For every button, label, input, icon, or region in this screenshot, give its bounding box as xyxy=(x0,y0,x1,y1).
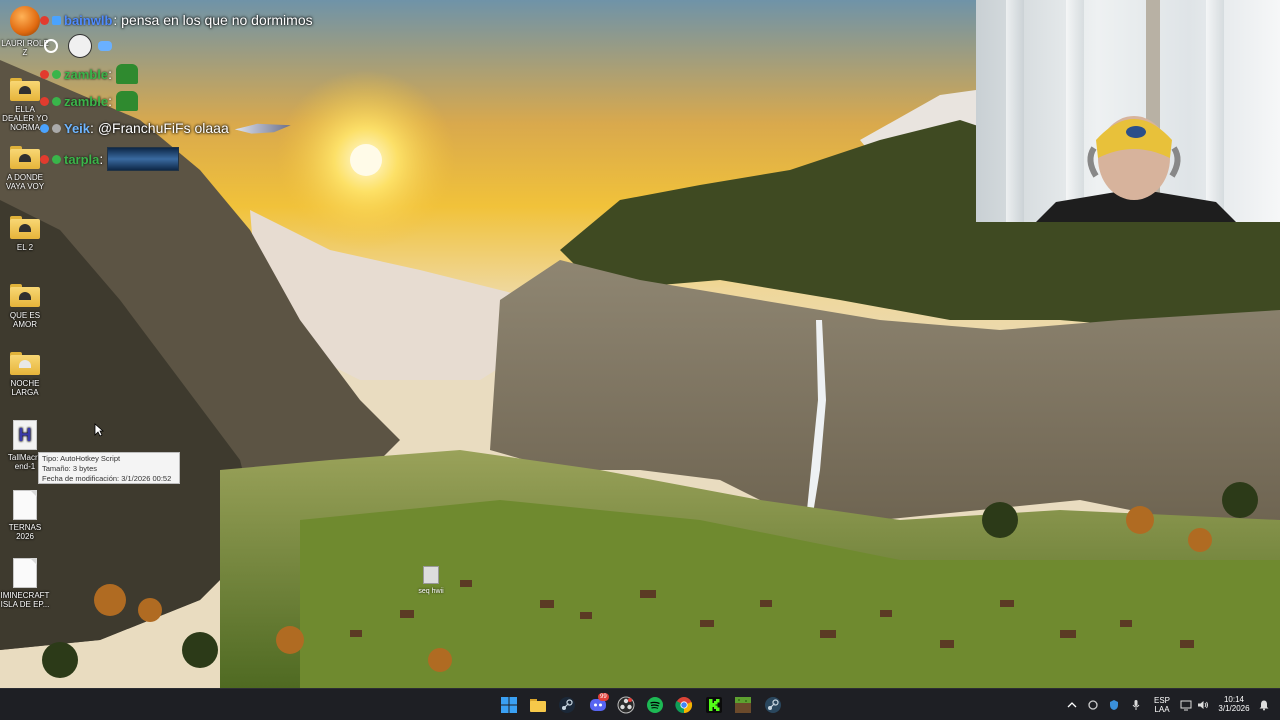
desktop-icon-label: LAURI ROLE Z xyxy=(1,39,49,57)
chat-colon: : xyxy=(99,151,108,167)
chat-message: tarpla : xyxy=(40,147,180,171)
clock-time: 10:14 xyxy=(1223,695,1245,704)
car-gif-emote-icon xyxy=(107,147,180,171)
webcam-overlay xyxy=(976,0,1280,222)
chat-message: zamble : xyxy=(40,64,138,84)
moderator-badge-icon xyxy=(40,96,49,106)
folder-icon xyxy=(10,76,40,102)
trollface-emote-icon xyxy=(68,34,92,58)
chat-username: zamble xyxy=(64,93,109,109)
chat-colon: : xyxy=(108,66,116,82)
chat-username: Yeik xyxy=(64,120,91,136)
desktop-file-ternas[interactable]: TERNAS 2026 xyxy=(0,490,50,541)
tooltip-size: Tamaño: 3 bytes xyxy=(42,464,98,473)
folder-icon xyxy=(10,144,40,170)
minecraft-icon[interactable] xyxy=(734,696,752,714)
moderator-badge-icon xyxy=(40,154,49,164)
desktop-folder-el-2[interactable]: EL 2 xyxy=(0,214,50,252)
desktop-icon-label: seq hwii xyxy=(418,588,444,595)
notification-bell-icon[interactable] xyxy=(1258,699,1270,711)
desktop-icon-label: IMINECRAFT ISLA DE EP... xyxy=(0,591,50,609)
chat-message: zamble : xyxy=(40,91,138,111)
green-hood-emote-icon xyxy=(115,64,138,84)
autohotkey-script-icon: H xyxy=(13,420,37,450)
clock-emote-icon xyxy=(44,39,58,53)
obs-icon[interactable] xyxy=(617,696,635,714)
desktop-icon-label: A DONDE VAYA VOY xyxy=(5,173,45,191)
chat-text: @FranchuFiFs olaaa xyxy=(97,120,229,136)
chat-emote-row xyxy=(44,34,112,58)
folder-icon xyxy=(10,282,40,308)
moderator-badge-icon xyxy=(40,69,49,79)
tooltip-modified: Fecha de modificación: 3/1/2026 00:52 xyxy=(42,474,172,483)
chat-message: bainwlb : pensa en los que no dormimos xyxy=(40,12,313,28)
volume-icon[interactable] xyxy=(1197,699,1209,711)
shield-security-icon[interactable] xyxy=(1108,699,1120,711)
chat-username: zamble xyxy=(64,66,109,82)
sleep-emote-icon xyxy=(98,41,112,51)
language-code: ESP xyxy=(1153,696,1170,705)
moderator-badge-icon xyxy=(40,15,49,25)
streamer-silhouette-icon xyxy=(1036,116,1236,222)
chat-text: pensa en los que no dormimos xyxy=(121,12,313,28)
subscriber-badge-icon xyxy=(52,123,61,133)
spotify-icon[interactable] xyxy=(646,696,664,714)
keyboard-layout: LAA xyxy=(1154,705,1170,714)
steam-icon[interactable] xyxy=(558,696,576,714)
chat-username: bainwlb xyxy=(64,12,113,28)
steam-alt-icon[interactable] xyxy=(764,696,782,714)
clock-date: 3/1/2026 xyxy=(1218,704,1250,713)
green-hood-emote-icon xyxy=(115,91,138,111)
chat-message: Yeik : @FranchuFiFs olaaa xyxy=(40,120,291,136)
folder-icon xyxy=(10,214,40,240)
file-tooltip: Tipo: AutoHotkey Script Tamaño: 3 bytes … xyxy=(38,452,180,484)
subscriber-badge-icon xyxy=(52,69,61,79)
text-file-icon xyxy=(13,558,37,588)
desktop-folder-noche-larga[interactable]: NOCHE LARGA xyxy=(0,350,50,397)
fruity-app-icon xyxy=(10,6,40,36)
subscriber-badge-icon xyxy=(52,154,61,164)
airplane-emote-icon xyxy=(234,123,291,134)
file-icon xyxy=(423,566,439,584)
sync-icon[interactable] xyxy=(1087,699,1099,711)
taskbar: 99 ESP LAA 10:14 3/1/2026 xyxy=(0,688,1280,720)
chevron-up-icon[interactable] xyxy=(1066,699,1078,711)
chrome-icon[interactable] xyxy=(675,696,693,714)
verified-badge-icon xyxy=(40,123,49,133)
subscriber-badge-icon xyxy=(52,15,61,25)
chat-username: tarpla xyxy=(64,151,100,167)
file-explorer-icon[interactable] xyxy=(529,696,547,714)
notification-badge: 99 xyxy=(598,693,609,701)
kick-icon[interactable] xyxy=(705,696,723,714)
microphone-icon[interactable] xyxy=(1130,699,1142,711)
display-icon[interactable] xyxy=(1180,699,1192,711)
desktop-icon-label: EL 2 xyxy=(16,243,34,252)
folder-icon xyxy=(10,350,40,376)
clock[interactable]: 10:14 3/1/2026 xyxy=(1212,695,1256,713)
desktop-icon-label: TERNAS 2026 xyxy=(8,523,42,541)
discord-icon[interactable]: 99 xyxy=(589,693,609,714)
chat-colon: : xyxy=(90,120,98,136)
desktop-icon-label: QUE ES AMOR xyxy=(9,311,41,329)
desktop-file-seq[interactable]: seq hwii xyxy=(414,566,448,595)
start-icon[interactable] xyxy=(500,696,518,714)
text-file-icon xyxy=(13,490,37,520)
chat-colon: : xyxy=(108,93,116,109)
subscriber-badge-icon xyxy=(52,96,61,106)
language-indicator[interactable]: ESP LAA xyxy=(1151,696,1173,714)
desktop-icon-label: NOCHE LARGA xyxy=(10,379,40,397)
tooltip-type: Tipo: AutoHotkey Script xyxy=(42,454,121,463)
chat-colon: : xyxy=(113,12,122,28)
desktop-folder-que-es-amor[interactable]: QUE ES AMOR xyxy=(0,282,50,329)
desktop-file-minecraft[interactable]: IMINECRAFT ISLA DE EP... xyxy=(0,558,50,609)
mouse-cursor-icon xyxy=(94,423,104,437)
